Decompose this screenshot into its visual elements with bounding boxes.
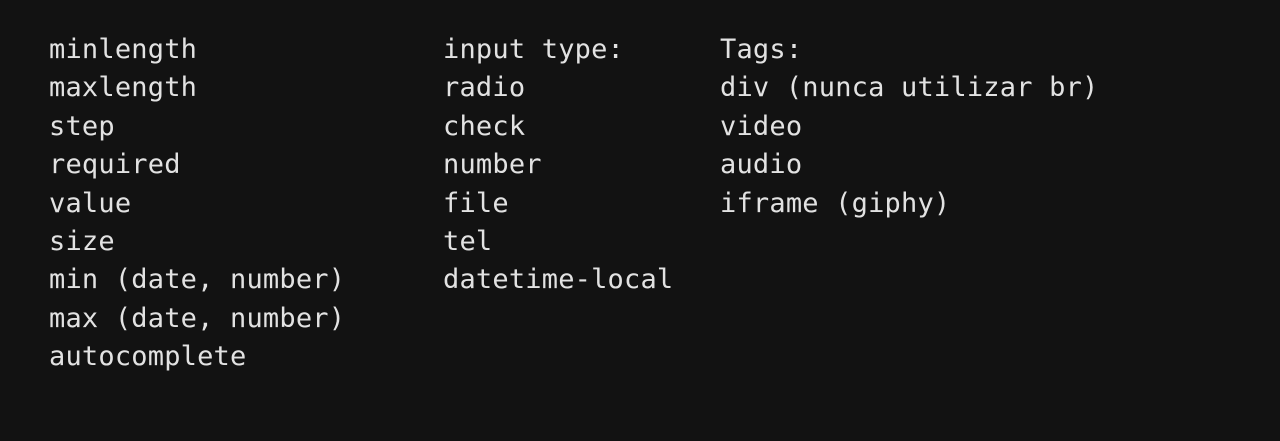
list-item: step (49, 110, 115, 142)
list-item: audio (720, 149, 803, 181)
list-item: radio (443, 72, 526, 104)
list-item: tel (443, 225, 493, 257)
list-item: iframe (giphy) (720, 187, 951, 219)
input-types-column: input type: radio check number file tel … (443, 31, 673, 300)
list-item: autocomplete (49, 341, 247, 373)
list-item: video (720, 110, 803, 142)
list-item: maxlength (49, 72, 198, 104)
notes-text-area[interactable]: minlength maxlength step required value … (0, 0, 1280, 441)
list-item: check (443, 110, 526, 142)
column-heading: input type: (443, 34, 625, 65)
list-item: required (49, 149, 181, 181)
list-item: file (443, 187, 509, 219)
list-item: datetime-local (443, 264, 674, 296)
list-item: value (49, 187, 132, 219)
list-item: number (443, 149, 542, 181)
list-item: minlength (49, 34, 198, 65)
list-item: min (date, number) (49, 264, 346, 296)
column-heading: Tags: (720, 34, 803, 65)
list-item: max (date, number) (49, 302, 346, 334)
list-item: size (49, 225, 115, 257)
attributes-column: minlength maxlength step required value … (49, 31, 345, 377)
tags-column: Tags: div (nunca utilizar br) video audi… (720, 31, 1098, 223)
list-item: div (nunca utilizar br) (720, 72, 1099, 104)
